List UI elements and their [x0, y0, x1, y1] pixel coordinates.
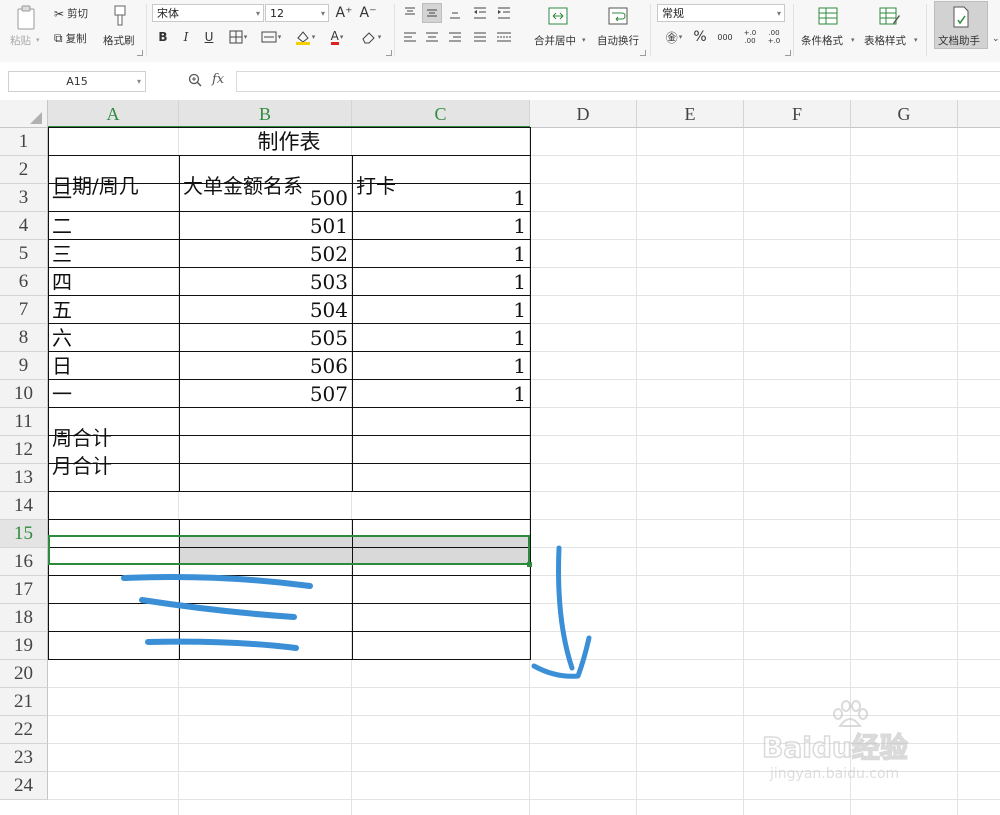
copy-button[interactable]: ⧉ 复制 — [54, 31, 87, 46]
ribbon-toolbar: 粘贴 ▾ ✂ 剪切 ⧉ 复制 格式刷 宋体 ▾ 12 ▾ A⁺ A⁻ B I U ▾… — [0, 0, 1000, 63]
chevron-down-icon: ▾ — [320, 9, 325, 18]
spreadsheet-grid[interactable]: A B C D E F G 1 2 3 4 5 6 7 8 9 10 11 12 13 14 15 16 17 1… — [0, 100, 1000, 815]
fill-color-icon[interactable]: ▾ — [292, 28, 318, 46]
format-painter-icon[interactable] — [108, 3, 132, 29]
cut-label: 剪切 — [67, 8, 89, 20]
font-color-icon[interactable]: A ▾ — [324, 28, 350, 46]
align-top-icon[interactable] — [400, 3, 420, 23]
decrease-decimal-icon[interactable]: .00 +.0 — [764, 26, 784, 48]
merge-center-label[interactable]: 合并居中 — [534, 33, 576, 48]
percent-icon[interactable]: % — [690, 28, 710, 46]
clipboard-launcher-icon[interactable] — [137, 50, 143, 56]
formula-bar: A15 ▾ fx — [0, 62, 1000, 101]
conditional-format-icon[interactable] — [815, 4, 841, 28]
bold-icon[interactable]: B — [154, 28, 172, 46]
format-painter-label[interactable]: 格式刷 — [103, 33, 135, 48]
font-launcher-icon[interactable] — [386, 50, 392, 56]
font-size-select[interactable]: 12 ▾ — [265, 4, 329, 22]
paste-label[interactable]: 粘贴 — [10, 33, 31, 48]
number-format-value: 常规 — [662, 7, 684, 20]
clear-format-icon[interactable]: ▾ — [358, 28, 384, 46]
borders-icon[interactable]: ▾ — [225, 28, 251, 46]
increase-decimal-icon[interactable]: +.0 .00 — [740, 26, 760, 48]
distribute-icon[interactable] — [494, 28, 514, 46]
shrink-font-icon[interactable]: A⁻ — [358, 3, 378, 23]
number-format-select[interactable]: 常规 ▾ — [657, 4, 785, 22]
name-box-value: A15 — [66, 75, 88, 88]
number-launcher-icon[interactable] — [785, 50, 791, 56]
justify-icon[interactable] — [470, 28, 490, 46]
italic-icon[interactable]: I — [177, 28, 195, 46]
underline-icon[interactable]: U — [200, 28, 218, 46]
merge-center-icon[interactable] — [546, 4, 570, 28]
zoom-formula-icon[interactable] — [188, 73, 202, 91]
down-arrow-head — [531, 635, 592, 679]
currency-icon[interactable]: ㊎ ▾ — [660, 28, 688, 46]
watermark-url: jingyan.baidu.com — [770, 766, 900, 782]
wrap-text-label[interactable]: 自动换行 — [597, 33, 639, 48]
name-box[interactable]: A15 ▾ — [8, 71, 146, 92]
align-middle-icon[interactable] — [422, 3, 442, 23]
wrap-text-icon[interactable] — [606, 4, 630, 28]
paste-dropdown-icon[interactable]: ▾ — [36, 36, 40, 44]
scissors-icon: ✂ — [54, 6, 65, 21]
chevron-down-icon: ▾ — [136, 77, 141, 86]
ribbon-overflow-icon[interactable]: ⌄ — [992, 34, 1000, 44]
decrease-indent-icon[interactable] — [470, 3, 490, 23]
font-size-value: 12 — [270, 7, 284, 20]
thousands-separator-icon[interactable]: 000 — [714, 28, 736, 46]
document-helper-icon — [950, 5, 972, 29]
doc-helper-label: 文档助手 — [938, 35, 980, 47]
merge-dropdown-icon[interactable]: ▾ — [582, 36, 586, 44]
chevron-down-icon: ▾ — [776, 9, 781, 18]
cell-style-icon[interactable]: ▾ — [258, 28, 284, 46]
formula-input[interactable] — [236, 71, 1000, 92]
font-name-value: 宋体 — [157, 7, 179, 20]
font-name-select[interactable]: 宋体 ▾ — [152, 4, 264, 22]
baidu-logo-text: Baidu经验 — [761, 730, 908, 765]
annotation-stroke-1 — [121, 574, 313, 589]
cut-button[interactable]: ✂ 剪切 — [54, 6, 88, 21]
paste-icon[interactable] — [12, 3, 40, 33]
align-bottom-icon[interactable] — [445, 3, 465, 23]
alignment-launcher-icon[interactable] — [640, 50, 646, 56]
grow-font-icon[interactable]: A⁺ — [334, 3, 354, 23]
font-color-glyph: A — [330, 28, 339, 45]
increase-indent-icon[interactable] — [494, 3, 514, 23]
down-arrow-shaft — [556, 545, 575, 671]
chevron-down-icon: ▾ — [255, 9, 260, 18]
conditional-format-label[interactable]: 条件格式 — [801, 33, 843, 48]
align-center-icon[interactable] — [422, 28, 442, 46]
copy-label: 复制 — [65, 33, 87, 45]
align-left-icon[interactable] — [400, 28, 420, 46]
annotation-stroke-3 — [145, 638, 299, 651]
copy-icon: ⧉ — [54, 31, 63, 45]
doc-helper-button[interactable]: 文档助手 — [934, 1, 988, 49]
table-style-label[interactable]: 表格样式 — [864, 33, 906, 48]
baidu-watermark: Baidu经验 jingyan.baidu.com — [758, 700, 958, 790]
table-style-dropdown-icon[interactable]: ▾ — [914, 36, 918, 44]
annotation-stroke-2 — [139, 597, 297, 620]
cond-format-dropdown-icon[interactable]: ▾ — [851, 36, 855, 44]
align-right-icon[interactable] — [445, 28, 465, 46]
table-style-icon[interactable] — [877, 4, 903, 28]
fx-icon[interactable]: fx — [212, 72, 224, 87]
